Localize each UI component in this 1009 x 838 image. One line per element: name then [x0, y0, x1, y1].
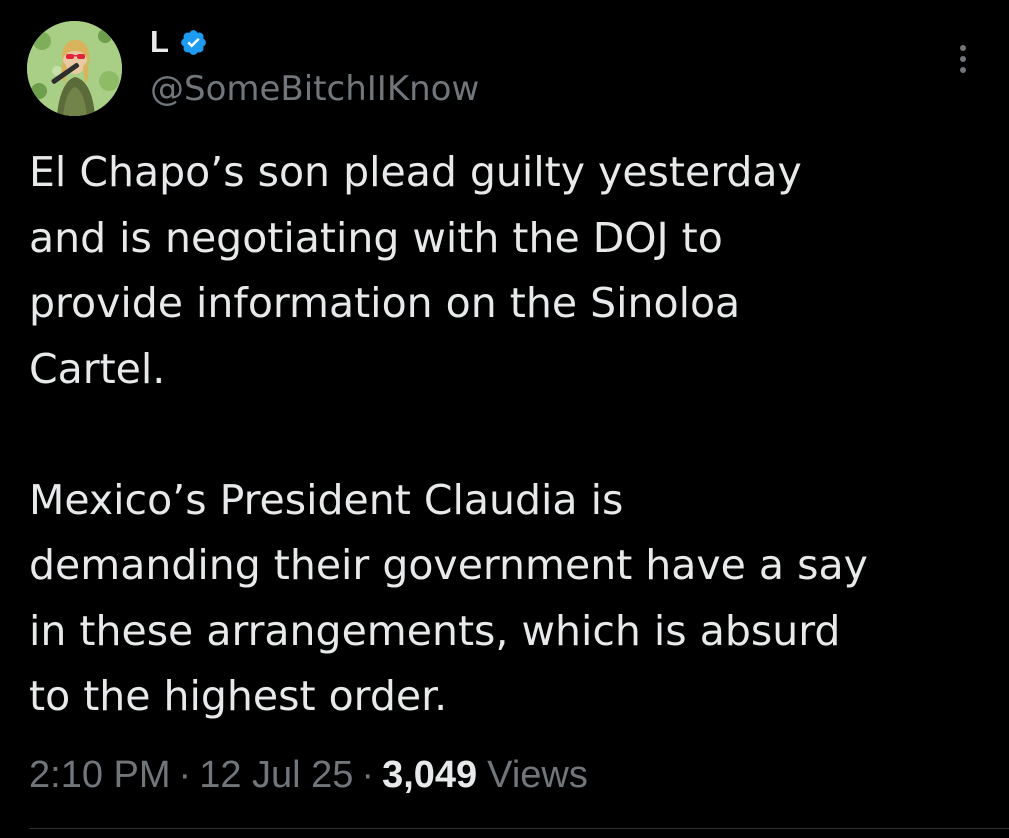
author-handle[interactable]: @SomeBitchIIKnow	[150, 68, 479, 110]
more-dot	[960, 67, 966, 73]
views-count: 3,049	[382, 753, 478, 796]
tweet-meta: 2:10 PM · 12 Jul 25 · 3,049 Views	[29, 750, 588, 800]
meta-separator: ·	[361, 753, 375, 796]
avatar[interactable]	[27, 21, 122, 116]
tweet-date[interactable]: 12 Jul 25	[199, 754, 353, 797]
meta-separator: ·	[178, 753, 192, 796]
tweet-paragraph: El Chapo’s son plead guilty yesterday an…	[29, 148, 802, 393]
avatar-image	[27, 21, 122, 116]
more-vertical-icon[interactable]	[950, 40, 976, 78]
divider	[29, 828, 1009, 829]
tweet-time[interactable]: 2:10 PM	[29, 754, 171, 797]
views-label: Views	[487, 753, 588, 796]
tweet-paragraph: Mexico’s President Claudia is demanding …	[29, 475, 868, 721]
more-dot	[960, 56, 966, 62]
verified-badge-icon[interactable]	[179, 28, 208, 57]
more-dot	[960, 45, 966, 51]
display-name[interactable]: L	[150, 22, 169, 62]
tweet-text: El Chapo’s son plead guilty yesterday an…	[29, 140, 989, 730]
author-name-row[interactable]: L	[150, 22, 208, 62]
